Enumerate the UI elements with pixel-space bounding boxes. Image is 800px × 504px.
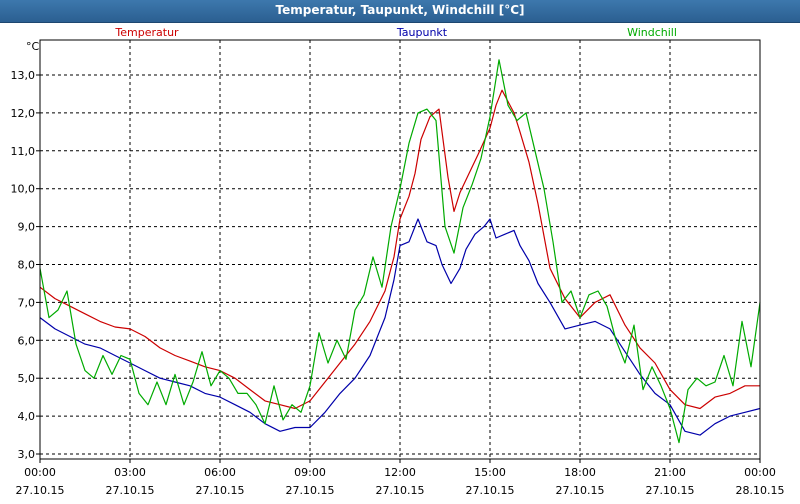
x-tick-date-label: 27.10.15 — [556, 484, 605, 497]
y-tick-label: 13,0 — [11, 69, 36, 82]
y-tick-label: 7,0 — [18, 296, 36, 309]
legend-item-windchill: Windchill — [627, 26, 677, 39]
x-axis-ticks: 00:00 27.10.15 03:00 27.10.15 06:00 27.10.15 0… — [16, 459, 785, 497]
x-tick-time-label: 03:00 — [114, 466, 146, 479]
legend: Temperatur Taupunkt Windchill — [114, 26, 677, 39]
legend-item-taupunkt: Taupunkt — [396, 26, 448, 39]
line-chart: 3,0 4,0 5,0 6,0 7,0 8,0 9,0 10,0 11,0 12,0 13,0 00… — [11, 26, 785, 497]
x-tick-date-label: 27.10.15 — [196, 484, 245, 497]
x-tick-date-label: 27.10.15 — [646, 484, 695, 497]
x-tick-date-label: 27.10.15 — [376, 484, 425, 497]
y-tick-label: 3,0 — [18, 448, 36, 461]
y-tick-label: 4,0 — [18, 410, 36, 423]
y-tick-label: 11,0 — [11, 145, 36, 158]
legend-item-temperatur: Temperatur — [114, 26, 179, 39]
x-tick-time-label: 18:00 — [564, 466, 596, 479]
x-tick-date-label: 28.10.15 — [736, 484, 785, 497]
x-tick-time-label: 00:00 — [24, 466, 56, 479]
y-tick-label: 9,0 — [18, 221, 36, 234]
chart-area: 3,0 4,0 5,0 6,0 7,0 8,0 9,0 10,0 11,0 12,0 13,0 00… — [0, 23, 800, 500]
x-tick-time-label: 06:00 — [204, 466, 236, 479]
chart-title: Temperatur, Taupunkt, Windchill [°C] — [275, 3, 525, 17]
chart-title-bar: Temperatur, Taupunkt, Windchill [°C] — [0, 0, 800, 23]
y-tick-label: 12,0 — [11, 107, 36, 120]
x-tick-time-label: 00:00 — [744, 466, 776, 479]
grid — [40, 40, 760, 459]
y-axis-unit-label: °C — [26, 40, 40, 53]
x-tick-date-label: 27.10.15 — [16, 484, 65, 497]
x-tick-time-label: 21:00 — [654, 466, 686, 479]
x-tick-time-label: 12:00 — [384, 466, 416, 479]
y-tick-label: 6,0 — [18, 334, 36, 347]
x-tick-date-label: 27.10.15 — [466, 484, 515, 497]
x-tick-time-label: 15:00 — [474, 466, 506, 479]
y-axis-ticks: 3,0 4,0 5,0 6,0 7,0 8,0 9,0 10,0 11,0 12,0 13,0 — [11, 69, 40, 461]
x-tick-date-label: 27.10.15 — [286, 484, 335, 497]
y-tick-label: 10,0 — [11, 183, 36, 196]
y-tick-label: 8,0 — [18, 259, 36, 272]
x-tick-time-label: 09:00 — [294, 466, 326, 479]
x-tick-date-label: 27.10.15 — [106, 484, 155, 497]
y-tick-label: 5,0 — [18, 372, 36, 385]
